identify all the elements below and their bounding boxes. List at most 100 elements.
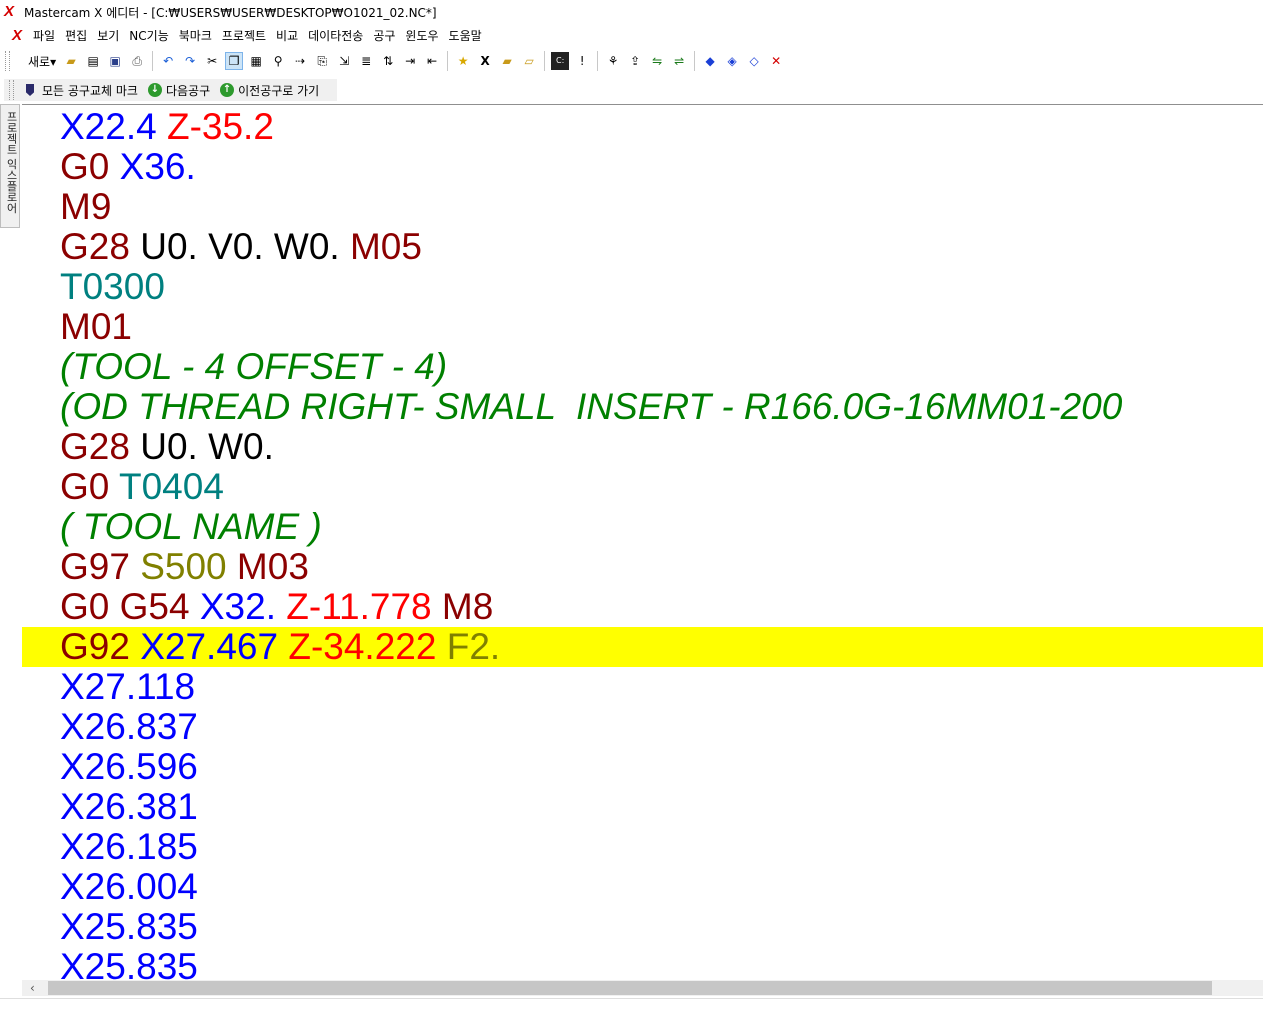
code-token-z-axis: Z-34.222 [288,626,437,667]
menu-edit[interactable]: 편집 [60,27,92,44]
scroll-left-icon[interactable]: ‹ [30,980,35,996]
menu-tool[interactable]: 공구 [368,27,400,44]
all-tool-change-mark-button[interactable]: 모든 공구교체 마크 [18,82,138,99]
code-line[interactable]: G0 G54 X32. Z-11.778 M8 [22,587,1263,627]
save-icon[interactable]: ▣ [106,52,124,70]
code-line[interactable]: G28 U0. W0. [22,427,1263,467]
code-token-z-axis: Z-11.778 [286,586,432,627]
prev-tool-button[interactable]: ↑ 이전공구로 가기 [220,82,319,99]
tool-marker-next-icon[interactable]: ◈ [723,52,741,70]
code-token-x-axis: X26.596 [60,746,198,787]
code-token-x-axis: X26.185 [60,826,198,867]
code-token-comment: (TOOL - 4 OFFSET - 4) [60,346,448,387]
code-line[interactable]: X26.837 [22,707,1263,747]
next-tool-label: 다음공구 [165,83,211,98]
new-file-label: 새로 [28,54,51,69]
current-code-line[interactable]: G92 X27.467 Z-34.222 F2. [22,627,1263,667]
code-line[interactable]: ( TOOL NAME ) [22,507,1263,547]
window-title: Mastercam X 에디터 - [C:₩USERS₩USER₩DESKTOP… [24,5,437,20]
tool-marker-prev-icon[interactable]: ◇ [745,52,763,70]
code-line[interactable]: G0 X36. [22,147,1263,187]
toolbar-separator [597,51,599,71]
code-token-z-axis: Z-35.2 [166,106,274,147]
indent-icon[interactable]: ⇥ [401,52,419,70]
menu-project[interactable]: 프로젝트 [217,27,271,44]
code-line[interactable]: X22.4 Z-35.2 [22,107,1263,147]
tool-marker-delete-icon[interactable]: ✕ [767,52,785,70]
code-line[interactable]: X26.185 [22,827,1263,867]
toolbar-separator [694,51,696,71]
replace-icon[interactable]: ⎘ [313,52,331,70]
info-icon[interactable]: ! [573,52,591,70]
find-icon[interactable]: ⚲ [269,52,287,70]
code-line[interactable]: X26.596 [22,747,1263,787]
scrollbar-thumb[interactable] [48,981,1212,995]
title-bar: X Mastercam X 에디터 - [C:₩USERS₩USER₩DESKT… [0,0,1263,24]
code-line[interactable]: X26.381 [22,787,1263,827]
undo-icon[interactable]: ↶ [159,52,177,70]
code-line[interactable]: G0 T0404 [22,467,1263,507]
redo-icon[interactable]: ↷ [181,52,199,70]
code-line[interactable]: (OD THREAD RIGHT- SMALL INSERT - R166.0G… [22,387,1263,427]
prev-tool-label: 이전공구로 가기 [238,83,320,98]
send-icon[interactable]: ⇪ [626,52,644,70]
renumber-icon[interactable]: ⇅ [379,52,397,70]
print-icon[interactable]: ⎙ [128,52,146,70]
code-token-x-axis: X36. [119,146,196,187]
network-icon[interactable]: ⚘ [604,52,622,70]
code-token-m-code: M05 [349,226,422,267]
menu-bookmark[interactable]: 북마크 [174,27,217,44]
save-project-icon[interactable]: ▱ [520,52,538,70]
project-explorer-tab[interactable]: 프로젝트 익스플로어 [0,104,20,228]
tool-marker-icon[interactable]: ◆ [701,52,719,70]
code-token-tool: T0404 [118,466,224,507]
code-line[interactable]: G97 S500 M03 [22,547,1263,587]
code-token-x-axis: X26.381 [60,786,198,827]
code-line[interactable]: X25.835 [22,907,1263,947]
nc-code-editor[interactable]: X22.4 Z-35.2 G0 X36. M9 G28 U0. V0. W0. M05… [22,104,1263,981]
bookmark-icon[interactable]: ★ [454,52,472,70]
menu-nc-functions[interactable]: NC기능 [124,27,173,44]
tool-nav-toolbar: 모든 공구교체 마크 ↓ 다음공구 ↑ 이전공구로 가기 [0,78,1263,102]
code-token-x-axis: X26.837 [60,706,198,747]
app-menu-icon[interactable]: X [12,27,22,44]
receive-icon[interactable]: ⇋ [648,52,666,70]
toolbar-grip[interactable] [5,51,10,71]
code-line[interactable]: T0300 [22,267,1263,307]
menu-compare[interactable]: 비교 [271,27,303,44]
terminal-icon[interactable]: C: [551,52,570,70]
code-token-m-code: M9 [60,186,112,227]
paste-icon[interactable]: ▦ [247,52,265,70]
code-line[interactable]: (TOOL - 4 OFFSET - 4) [22,347,1263,387]
code-line[interactable]: M9 [22,187,1263,227]
menu-window[interactable]: 윈도우 [400,27,443,44]
code-line[interactable]: G28 U0. V0. W0. M05 [22,227,1263,267]
next-tool-button[interactable]: ↓ 다음공구 [147,82,211,99]
file-list-icon[interactable]: ▤ [84,52,102,70]
outdent-icon[interactable]: ⇤ [423,52,441,70]
menu-help[interactable]: 도움말 [444,27,487,44]
code-token-m-code: M01 [60,306,132,347]
open-folder-icon[interactable]: ▰ [62,52,80,70]
horizontal-scrollbar[interactable]: ‹ [22,980,1263,996]
copy-icon[interactable]: ❐ [225,52,244,70]
find-next-icon[interactable]: ⇢ [291,52,309,70]
code-token-uvw: U0. V0. W0. [140,226,340,267]
code-line[interactable]: M01 [22,307,1263,347]
cut-icon[interactable]: ✂ [203,52,221,70]
code-token-x-axis: X26.004 [60,866,198,907]
code-line[interactable]: X26.004 [22,867,1263,907]
code-line[interactable]: X25.835 [22,947,1263,982]
new-file-dropdown[interactable]: 새로▾ [14,53,60,70]
goto-line-icon[interactable]: ⇲ [335,52,353,70]
transfer-icon[interactable]: ⇌ [670,52,688,70]
arrow-down-icon: ↓ [147,83,162,97]
format-lines-icon[interactable]: ≣ [357,52,375,70]
code-line[interactable]: X27.118 [22,667,1263,707]
menu-data-transfer[interactable]: 데이타전송 [303,27,368,44]
menu-file[interactable]: 파일 [28,27,60,44]
open-project-icon[interactable]: ▰ [498,52,516,70]
toolbar-grip[interactable] [9,80,14,100]
mastercam-x-icon[interactable]: X [476,52,494,70]
menu-view[interactable]: 보기 [92,27,124,44]
